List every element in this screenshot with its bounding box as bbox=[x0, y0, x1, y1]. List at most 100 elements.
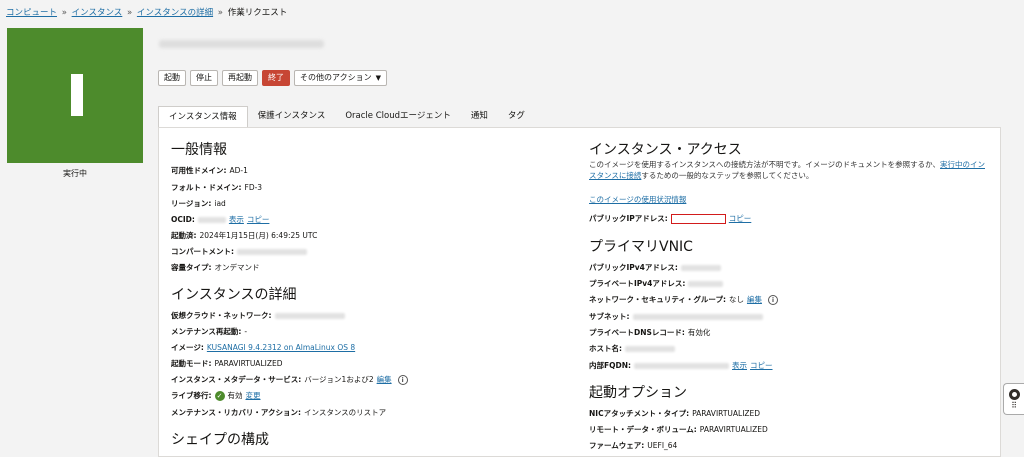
tab-tags[interactable]: タグ bbox=[498, 106, 535, 127]
breadcrumb-separator: » bbox=[61, 8, 67, 18]
terminate-button[interactable]: 終了 bbox=[262, 70, 290, 86]
vcn-row: 仮想クラウド・ネットワーク: bbox=[171, 310, 345, 321]
vcn-label: 仮想クラウド・ネットワーク: bbox=[171, 311, 272, 320]
recovery-action-value: インスタンスのリストア bbox=[303, 408, 387, 417]
live-migration-change-link[interactable]: 変更 bbox=[246, 390, 261, 401]
subnet-value-redacted bbox=[632, 313, 763, 320]
live-migration-value: 有効 bbox=[227, 391, 243, 400]
more-actions-button[interactable]: その他のアクション ▼ bbox=[294, 70, 387, 86]
tab-protected-instance[interactable]: 保護インスタンス bbox=[248, 106, 336, 127]
image-row: イメージ: KUSANAGI 9.4.2312 on AlmaLinux OS … bbox=[171, 342, 355, 353]
breadcrumb-instance-details[interactable]: インスタンスの詳細 bbox=[137, 8, 213, 18]
launch-mode-label: 起動モード: bbox=[171, 359, 212, 368]
breadcrumb: コンピュート » インスタンス » インスタンスの詳細 » 作業リクエスト bbox=[6, 6, 287, 18]
capacity-type-row: 容量タイプ: オンデマンド bbox=[171, 262, 260, 273]
launch-options-heading: 起動オプション bbox=[589, 385, 687, 401]
breadcrumb-instances[interactable]: インスタンス bbox=[72, 8, 123, 18]
more-actions-label: その他のアクション bbox=[300, 73, 372, 82]
private-dns-label: プライベートDNSレコード: bbox=[589, 328, 685, 337]
instance-name-redacted bbox=[159, 40, 324, 48]
hostname-label: ホスト名: bbox=[589, 344, 622, 353]
action-toolbar: 起動 停止 再起動 終了 その他のアクション ▼ bbox=[158, 70, 387, 86]
private-ipv4-value-redacted bbox=[688, 280, 724, 287]
nsg-label: ネットワーク・セキュリティ・グループ: bbox=[589, 295, 726, 304]
breadcrumb-separator: » bbox=[127, 8, 133, 18]
public-ip-copy-link[interactable]: コピー bbox=[729, 213, 752, 224]
info-icon[interactable]: i bbox=[397, 374, 408, 385]
hostname-value-redacted bbox=[625, 345, 675, 352]
maintenance-reboot-row: メンテナンス再起動: - bbox=[171, 326, 247, 337]
launched-value: 2024年1月15日(月) 6:49:25 UTC bbox=[199, 231, 318, 240]
help-widget[interactable]: ⠿ bbox=[1003, 383, 1024, 415]
nsg-edit-link[interactable]: 編集 bbox=[747, 294, 762, 305]
launch-mode-row: 起動モード: PARAVIRTUALIZED bbox=[171, 358, 282, 369]
subnet-label: サブネット: bbox=[589, 312, 630, 321]
public-ip-value-highlighted bbox=[670, 213, 726, 224]
recovery-action-label: メンテナンス・リカバリ・アクション: bbox=[171, 408, 301, 417]
fqdn-show-link[interactable]: 表示 bbox=[732, 360, 747, 371]
tab-cloud-agent[interactable]: Oracle Cloudエージェント bbox=[335, 106, 460, 127]
tab-notifications[interactable]: 通知 bbox=[461, 106, 498, 127]
launched-row: 起動済: 2024年1月15日(月) 6:49:25 UTC bbox=[171, 230, 317, 241]
start-button[interactable]: 起動 bbox=[158, 70, 186, 86]
capacity-type-value: オンデマンド bbox=[214, 263, 260, 272]
instance-access-description: このイメージを使用するインスタンスへの接続方法が不明です。イメージのドキュメント… bbox=[589, 159, 989, 181]
private-ipv4-row: プライベートIPv4アドレス: bbox=[589, 278, 724, 289]
access-desc-part-2: するための一般的なステップを参照してください。 bbox=[641, 171, 814, 180]
launch-mode-value: PARAVIRTUALIZED bbox=[214, 359, 283, 368]
fault-domain-row: フォルト・ドメイン: FD-3 bbox=[171, 182, 262, 193]
instance-info-panel: 一般情報 可用性ドメイン: AD-1 フォルト・ドメイン: FD-3 リージョン… bbox=[158, 127, 1001, 457]
metadata-service-value: バージョン1および2 bbox=[304, 375, 374, 384]
instance-details-heading: インスタンスの詳細 bbox=[171, 287, 297, 303]
region-label: リージョン: bbox=[171, 199, 212, 208]
nic-attachment-row: NICアタッチメント・タイプ: PARAVIRTUALIZED bbox=[589, 408, 760, 419]
ocid-copy-link[interactable]: コピー bbox=[247, 214, 270, 225]
access-desc-part-1: このイメージを使用するインスタンスへの接続方法が不明です。イメージのドキュメント… bbox=[589, 160, 940, 169]
compartment-value-redacted bbox=[237, 248, 307, 255]
image-link[interactable]: KUSANAGI 9.4.2312 on AlmaLinux OS 8 bbox=[207, 343, 355, 352]
general-info-heading: 一般情報 bbox=[171, 142, 227, 158]
ocid-show-link[interactable]: 表示 bbox=[229, 214, 244, 225]
nsg-value: なし bbox=[728, 295, 744, 304]
reboot-button[interactable]: 再起動 bbox=[222, 70, 258, 86]
nic-attachment-value: PARAVIRTUALIZED bbox=[692, 409, 761, 418]
stop-button[interactable]: 停止 bbox=[190, 70, 218, 86]
metadata-service-row: インスタンス・メタデータ・サービス: バージョン1および2 編集 i bbox=[171, 374, 408, 385]
live-migration-row: ライブ移行: ✓ 有効 変更 bbox=[171, 390, 261, 401]
ocid-value-redacted bbox=[197, 216, 226, 223]
firmware-label: ファームウェア: bbox=[589, 441, 645, 450]
grid-icon: ⠿ bbox=[1011, 400, 1017, 410]
fault-domain-label: フォルト・ドメイン: bbox=[171, 183, 242, 192]
tab-instance-info[interactable]: インスタンス情報 bbox=[158, 106, 248, 128]
private-dns-row: プライベートDNSレコード: 有効化 bbox=[589, 327, 710, 338]
firmware-row: ファームウェア: UEFI_64 bbox=[589, 440, 677, 451]
subnet-row: サブネット: bbox=[589, 311, 763, 322]
info-icon[interactable]: i bbox=[767, 294, 778, 305]
live-migration-label: ライブ移行: bbox=[171, 391, 212, 400]
public-ipv4-label: パブリックIPv4アドレス: bbox=[589, 263, 678, 272]
compartment-row: コンパートメント: bbox=[171, 246, 307, 257]
hostname-row: ホスト名: bbox=[589, 343, 675, 354]
instance-status-tile bbox=[7, 28, 143, 163]
metadata-edit-link[interactable]: 編集 bbox=[377, 374, 392, 385]
recovery-action-row: メンテナンス・リカバリ・アクション: インスタンスのリストア bbox=[171, 407, 386, 418]
maintenance-reboot-label: メンテナンス再起動: bbox=[171, 327, 242, 336]
breadcrumb-separator: » bbox=[217, 8, 223, 18]
image-usage-link[interactable]: このイメージの使用状況情報 bbox=[589, 194, 686, 205]
breadcrumb-compute[interactable]: コンピュート bbox=[6, 8, 57, 18]
vcn-value-redacted bbox=[274, 312, 345, 319]
availability-domain-row: 可用性ドメイン: AD-1 bbox=[171, 165, 248, 176]
remote-volume-row: リモート・データ・ボリューム: PARAVIRTUALIZED bbox=[589, 424, 768, 435]
shape-config-heading: シェイプの構成 bbox=[171, 432, 269, 448]
fqdn-copy-link[interactable]: コピー bbox=[750, 360, 773, 371]
public-ip-row: パブリックIPアドレス: コピー bbox=[589, 213, 751, 224]
availability-domain-label: 可用性ドメイン: bbox=[171, 166, 227, 175]
breadcrumb-current: 作業リクエスト bbox=[227, 8, 288, 18]
private-dns-value: 有効化 bbox=[687, 328, 711, 337]
public-ip-label: パブリックIPアドレス: bbox=[589, 214, 668, 223]
lifebuoy-icon bbox=[1008, 388, 1020, 400]
instance-icon bbox=[71, 74, 83, 116]
region-row: リージョン: iad bbox=[171, 198, 226, 209]
compartment-label: コンパートメント: bbox=[171, 247, 234, 256]
check-circle-icon: ✓ bbox=[214, 390, 225, 401]
